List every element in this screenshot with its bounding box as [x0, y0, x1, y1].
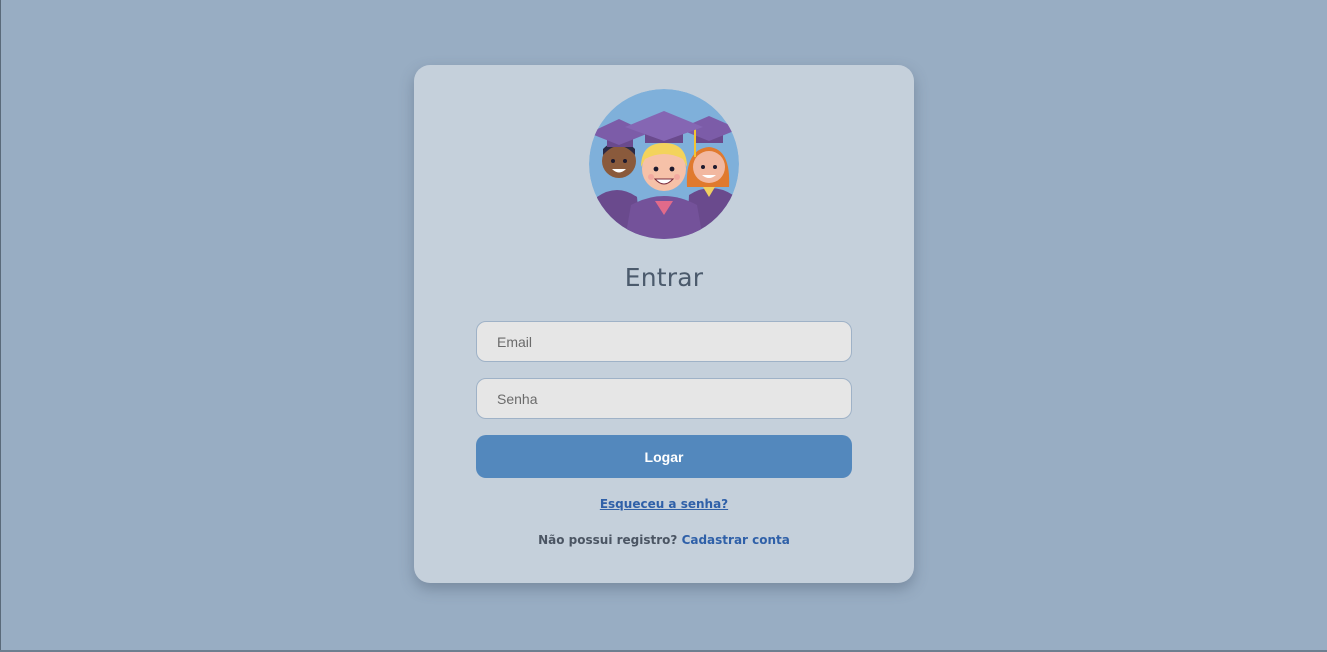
- register-prompt: Não possui registro?: [538, 533, 678, 547]
- register-link[interactable]: Cadastrar conta: [682, 533, 790, 547]
- page-title: Entrar: [624, 263, 704, 292]
- login-button[interactable]: Logar: [476, 435, 852, 478]
- email-input[interactable]: [476, 321, 852, 362]
- window-left-edge: [0, 0, 1, 652]
- forgot-password-row: Esqueceu a senha?: [414, 497, 914, 511]
- register-row: Não possui registro? Cadastrar conta: [414, 533, 914, 547]
- password-input[interactable]: [476, 378, 852, 419]
- graduates-avatar-icon: [589, 89, 739, 239]
- forgot-password-link[interactable]: Esqueceu a senha?: [600, 497, 728, 511]
- login-card: Entrar Logar Esqueceu a senha? Não possu…: [414, 65, 914, 583]
